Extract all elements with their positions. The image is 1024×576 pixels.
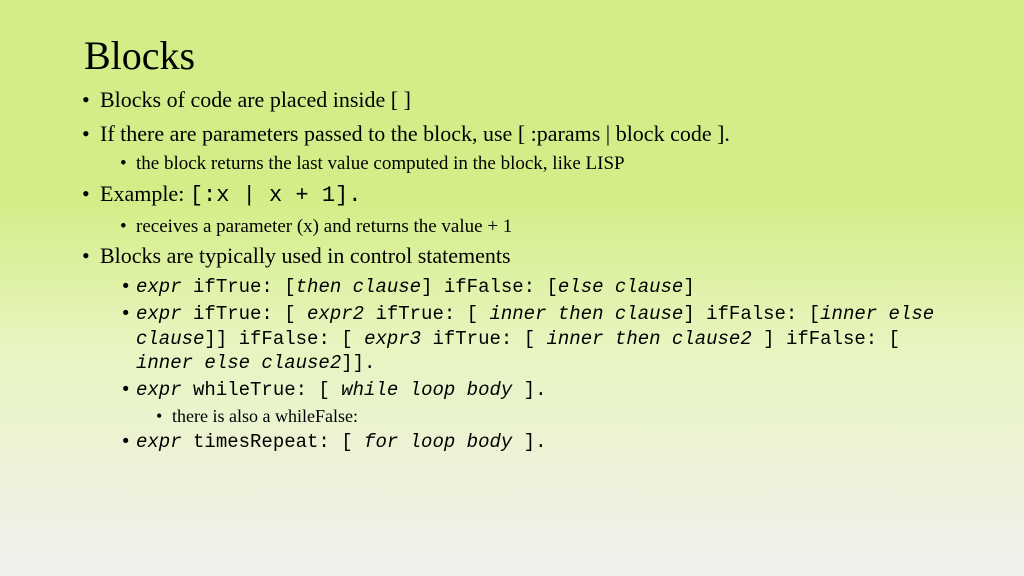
bullet-4d: expr timesRepeat: [ for loop body ]. (80, 430, 944, 455)
bullet-4: Blocks are typically used in control sta… (80, 241, 944, 271)
example-code: [:x | x + 1]. (190, 183, 362, 208)
bullet-4c1: there is also a whileFalse: (80, 405, 944, 428)
code-text: whileTrue: [ (182, 379, 342, 401)
code-text: ]] ifFalse: [ (204, 328, 364, 350)
code-ital: expr (136, 303, 182, 325)
code-text: ]]. (341, 352, 375, 374)
code-ital: inner then clause2 (547, 328, 752, 350)
bullet-2a: the block returns the last value compute… (80, 152, 944, 177)
code-text: ] ifFalse: [ (752, 328, 900, 350)
code-text: ] (683, 276, 694, 298)
code-ital: inner then clause (489, 303, 683, 325)
code-text: ifTrue: [ (182, 303, 307, 325)
code-ital: else clause (558, 276, 683, 298)
code-text: ] ifFalse: [ (421, 276, 558, 298)
code-ital: expr2 (307, 303, 364, 325)
code-ital: expr3 (364, 328, 421, 350)
code-text: ] ifFalse: [ (683, 303, 820, 325)
bullet-4b: expr ifTrue: [ expr2 ifTrue: [ inner the… (80, 302, 944, 376)
code-ital: then clause (296, 276, 421, 298)
bullet-1: Blocks of code are placed inside [ ] (80, 85, 944, 115)
code-text: ifTrue: [ (182, 276, 296, 298)
bullet-list: Blocks of code are placed inside [ ] If … (80, 85, 944, 455)
code-text: ifTrue: [ (364, 303, 489, 325)
bullet-3a: receives a parameter (x) and returns the… (80, 215, 944, 240)
code-ital: expr (136, 276, 182, 298)
code-text: ]. (512, 431, 546, 453)
bullet-3: Example: [:x | x + 1]. (80, 179, 944, 211)
bullet-4c: expr whileTrue: [ while loop body ]. (80, 378, 944, 403)
code-text: ifTrue: [ (421, 328, 546, 350)
code-text: timesRepeat: [ (182, 431, 364, 453)
slide-title: Blocks (84, 32, 944, 79)
code-ital: expr (136, 431, 182, 453)
bullet-2: If there are parameters passed to the bl… (80, 119, 944, 149)
code-ital: expr (136, 379, 182, 401)
example-label: Example: (100, 181, 190, 206)
code-text: ]. (512, 379, 546, 401)
code-ital: for loop body (364, 431, 512, 453)
bullet-4a: expr ifTrue: [then clause] ifFalse: [els… (80, 275, 944, 300)
code-ital: inner else clause2 (136, 352, 341, 374)
code-ital: while loop body (341, 379, 512, 401)
